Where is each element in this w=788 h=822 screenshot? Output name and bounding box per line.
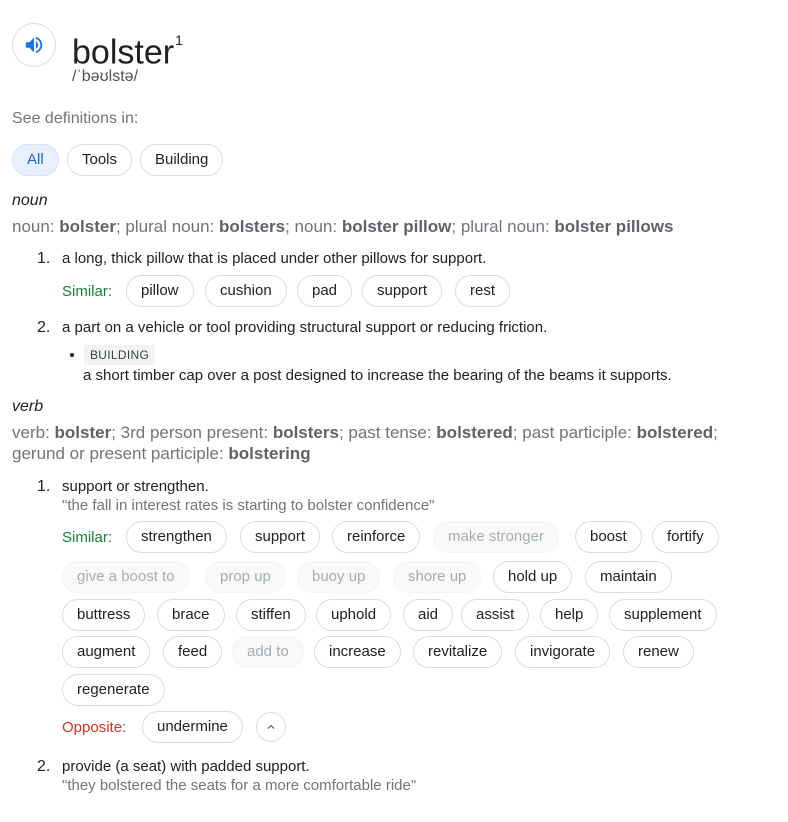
synonym-chip[interactable]: brace <box>157 599 225 631</box>
definition: a long, thick pillow that is placed unde… <box>62 250 487 267</box>
opposite-label: Opposite: <box>62 719 127 736</box>
synonym-chip[interactable]: reinforce <box>332 521 421 553</box>
synonym-chip[interactable]: maintain <box>585 561 672 593</box>
part-of-speech-noun: noun <box>12 192 48 209</box>
synonym-chip[interactable]: pillow <box>126 275 194 307</box>
headword-text: bolster <box>72 33 175 72</box>
synonym-chip[interactable]: support <box>240 521 321 553</box>
synonym-chip[interactable]: supplement <box>609 599 717 631</box>
synonym-chip[interactable]: renew <box>623 636 694 668</box>
synonym-chip[interactable]: assist <box>461 599 530 631</box>
synonym-chip[interactable]: prop up <box>205 561 286 593</box>
verb-forms: verb: bolster; 3rd person present: bolst… <box>12 423 718 463</box>
headword: bolster1 <box>72 24 183 74</box>
phonetic: /ˈbəʊlstə/ <box>72 68 139 85</box>
synonym-chip[interactable]: strengthen <box>126 521 227 553</box>
synonym-chip[interactable]: give a boost to <box>62 561 190 593</box>
pronunciation-button[interactable] <box>12 23 56 67</box>
definition: a part on a vehicle or tool providing st… <box>62 319 548 336</box>
bullet <box>70 353 74 357</box>
example: "the fall in interest rates is starting … <box>62 497 435 514</box>
synonym-chip[interactable]: boost <box>575 521 642 553</box>
synonym-chip[interactable]: rest <box>455 275 511 307</box>
synonym-chip[interactable]: invigorate <box>515 636 611 668</box>
example: "they bolstered the seats for a more com… <box>62 777 417 794</box>
definition: support or strengthen. <box>62 478 209 495</box>
part-of-speech-verb: verb <box>12 398 44 415</box>
synonym-chip[interactable]: increase <box>314 636 401 668</box>
synonym-chip[interactable]: buttress <box>62 599 146 631</box>
definition: provide (a seat) with padded support. <box>62 758 310 775</box>
chip-tools[interactable]: Tools <box>67 144 133 176</box>
synonym-chip[interactable]: help <box>540 599 599 631</box>
similar-label: Similar: <box>62 529 113 546</box>
headword-superscript: 1 <box>175 32 183 48</box>
domain-tag: BUILDING <box>84 345 156 365</box>
antonym-chip[interactable]: undermine <box>142 711 243 743</box>
synonym-chip[interactable]: augment <box>62 636 151 668</box>
synonym-chip[interactable]: shore up <box>393 561 482 593</box>
collapse-button[interactable] <box>256 712 286 742</box>
synonym-chip[interactable]: uphold <box>316 599 392 631</box>
chip-building[interactable]: Building <box>140 144 224 176</box>
sense-number: 1. <box>37 250 51 267</box>
synonym-chip[interactable]: cushion <box>205 275 287 307</box>
synonym-chip[interactable]: feed <box>163 636 223 668</box>
volume-icon <box>25 36 43 54</box>
synonym-chip[interactable]: stiffen <box>236 599 306 631</box>
synonym-chip[interactable]: make stronger <box>433 521 559 553</box>
similar-label: Similar: <box>62 283 113 300</box>
noun-forms: noun: bolster; plural noun: bolsters; no… <box>12 217 674 236</box>
sense-number: 2. <box>37 758 51 775</box>
synonym-chip[interactable]: buoy up <box>297 561 381 593</box>
synonym-chip[interactable]: fortify <box>652 521 719 553</box>
synonym-chip[interactable]: pad <box>297 275 353 307</box>
sense-number: 1. <box>37 478 51 495</box>
sense-number: 2. <box>37 319 51 336</box>
see-definitions-label: See definitions in: <box>12 110 139 127</box>
synonym-chip[interactable]: aid <box>403 599 454 631</box>
sub-definition: a short timber cap over a post designed … <box>83 367 672 384</box>
synonym-chip[interactable]: add to <box>232 636 304 668</box>
chip-all[interactable]: All <box>12 144 59 176</box>
synonym-chip[interactable]: hold up <box>493 561 573 593</box>
synonym-chip[interactable]: regenerate <box>62 674 165 706</box>
chevron-up-icon <box>267 724 275 729</box>
synonym-chip[interactable]: revitalize <box>413 636 503 668</box>
synonym-chip[interactable]: support <box>362 275 443 307</box>
